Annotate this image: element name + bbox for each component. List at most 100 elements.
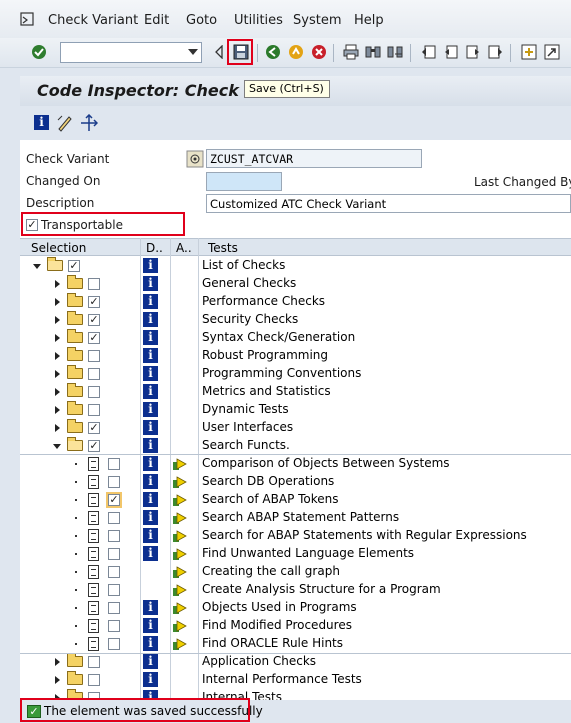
attributes-arrow-icon[interactable] [172, 547, 188, 561]
next-page-icon[interactable] [464, 43, 482, 61]
attributes-arrow-icon[interactable] [172, 529, 188, 543]
hierarchy-icon[interactable] [80, 113, 99, 132]
expand-arrow-icon[interactable] [55, 298, 60, 306]
tree-row[interactable]: i Search for ABAP Statements with Regular… [20, 527, 571, 545]
previous-page-icon[interactable] [442, 43, 460, 61]
history-back-icon[interactable] [210, 43, 228, 61]
tree-row[interactable]: ✓ i User Interfaces [20, 419, 571, 437]
test-checkbox[interactable] [108, 548, 120, 560]
documentation-icon[interactable]: i [143, 258, 158, 273]
test-checkbox[interactable] [88, 404, 100, 416]
test-checkbox[interactable]: ✓ [88, 296, 100, 308]
attributes-arrow-icon[interactable] [172, 601, 188, 615]
attributes-arrow-icon[interactable] [172, 475, 188, 489]
system-menu-icon[interactable] [20, 12, 34, 26]
collapse-arrow-icon[interactable] [53, 444, 61, 449]
tree-row[interactable]: ✓ i List of Checks [20, 257, 571, 275]
test-checkbox[interactable] [88, 278, 100, 290]
expand-arrow-icon[interactable] [55, 370, 60, 378]
expand-arrow-icon[interactable] [55, 406, 60, 414]
expand-arrow-icon[interactable] [55, 658, 60, 666]
test-checkbox[interactable]: ✓ [88, 314, 100, 326]
variant-info-icon[interactable] [186, 150, 204, 168]
create-session-icon[interactable] [520, 43, 538, 61]
last-page-icon[interactable] [486, 43, 504, 61]
test-checkbox[interactable]: ✓ [68, 260, 80, 272]
tree-row[interactable]: i Metrics and Statistics [20, 383, 571, 401]
tree-row[interactable]: Creating the call graph [20, 563, 571, 581]
test-checkbox[interactable] [108, 476, 120, 488]
test-checkbox[interactable] [108, 530, 120, 542]
tree-row[interactable]: i Internal Performance Tests [20, 671, 571, 689]
col-tests[interactable]: Tests [208, 241, 238, 255]
menu-goto[interactable]: Goto [186, 13, 217, 28]
documentation-icon[interactable]: i [143, 618, 158, 633]
tree-row[interactable]: Create Analysis Structure for a Program [20, 581, 571, 599]
tree-row[interactable]: i Comparison of Objects Between Systems [20, 455, 571, 473]
tree-row[interactable]: ✓ i Performance Checks [20, 293, 571, 311]
description-field[interactable]: Customized ATC Check Variant [206, 194, 571, 213]
documentation-icon[interactable]: i [143, 474, 158, 489]
expand-arrow-icon[interactable] [55, 352, 60, 360]
shortcut-icon[interactable] [543, 43, 561, 61]
tree-row[interactable]: i Search DB Operations [20, 473, 571, 491]
tree-row[interactable]: i Objects Used in Programs [20, 599, 571, 617]
attributes-arrow-icon[interactable] [172, 637, 188, 651]
tree-row[interactable]: i Application Checks [20, 653, 571, 671]
documentation-icon[interactable]: i [143, 636, 158, 651]
tree-row[interactable]: ✓ i Search of ABAP Tokens [20, 491, 571, 509]
collapse-arrow-icon[interactable] [33, 264, 41, 269]
menu-utilities[interactable]: Utilities [234, 13, 283, 28]
documentation-icon[interactable]: i [143, 654, 158, 669]
documentation-icon[interactable]: i [143, 510, 158, 525]
documentation-icon[interactable]: i [143, 672, 158, 687]
information-icon[interactable]: i [34, 115, 49, 130]
documentation-icon[interactable]: i [143, 456, 158, 471]
test-checkbox[interactable] [108, 620, 120, 632]
test-checkbox[interactable] [108, 638, 120, 650]
tree-row[interactable]: ✓ i Security Checks [20, 311, 571, 329]
attributes-arrow-icon[interactable] [172, 583, 188, 597]
tree-row[interactable]: i Find Modified Procedures [20, 617, 571, 635]
menu-edit[interactable]: Edit [144, 13, 169, 28]
tree-row[interactable]: i Dynamic Tests [20, 401, 571, 419]
documentation-icon[interactable]: i [143, 546, 158, 561]
col-attributes[interactable]: A.. [176, 241, 192, 255]
expand-arrow-icon[interactable] [55, 334, 60, 342]
find-next-icon[interactable] [386, 43, 404, 61]
changed-on-field[interactable] [206, 172, 282, 191]
test-checkbox[interactable] [88, 350, 100, 362]
enter-icon[interactable] [30, 43, 48, 61]
menu-check-variant[interactable]: Check Variant [48, 13, 138, 28]
test-checkbox[interactable] [108, 584, 120, 596]
tree-row[interactable]: i Find Unwanted Language Elements [20, 545, 571, 563]
print-icon[interactable] [342, 43, 360, 61]
test-checkbox[interactable] [108, 512, 120, 524]
documentation-icon[interactable]: i [143, 330, 158, 345]
test-checkbox[interactable] [108, 602, 120, 614]
test-checkbox[interactable] [108, 566, 120, 578]
attributes-arrow-icon[interactable] [172, 511, 188, 525]
documentation-icon[interactable]: i [143, 276, 158, 291]
back-icon[interactable] [264, 43, 282, 61]
expand-arrow-icon[interactable] [55, 388, 60, 396]
documentation-icon[interactable]: i [143, 438, 158, 453]
test-checkbox[interactable]: ✓ [88, 422, 100, 434]
documentation-icon[interactable]: i [143, 366, 158, 381]
chevron-down-icon[interactable] [188, 49, 198, 55]
test-checkbox[interactable]: ✓ [88, 440, 100, 452]
command-field[interactable] [60, 42, 202, 63]
tree-row[interactable]: i Programming Conventions [20, 365, 571, 383]
test-checkbox[interactable] [88, 368, 100, 380]
expand-arrow-icon[interactable] [55, 280, 60, 288]
attributes-arrow-icon[interactable] [172, 493, 188, 507]
tree-row[interactable]: i General Checks [20, 275, 571, 293]
attributes-arrow-icon[interactable] [172, 619, 188, 633]
col-selection[interactable]: Selection [31, 241, 86, 255]
menu-help[interactable]: Help [354, 13, 384, 28]
expand-arrow-icon[interactable] [55, 316, 60, 324]
edit-pencil-icon[interactable] [56, 114, 74, 132]
tree-row[interactable]: i Robust Programming [20, 347, 571, 365]
tree-row[interactable]: ✓ i Search Functs. [20, 437, 571, 455]
cancel-icon[interactable] [310, 43, 328, 61]
